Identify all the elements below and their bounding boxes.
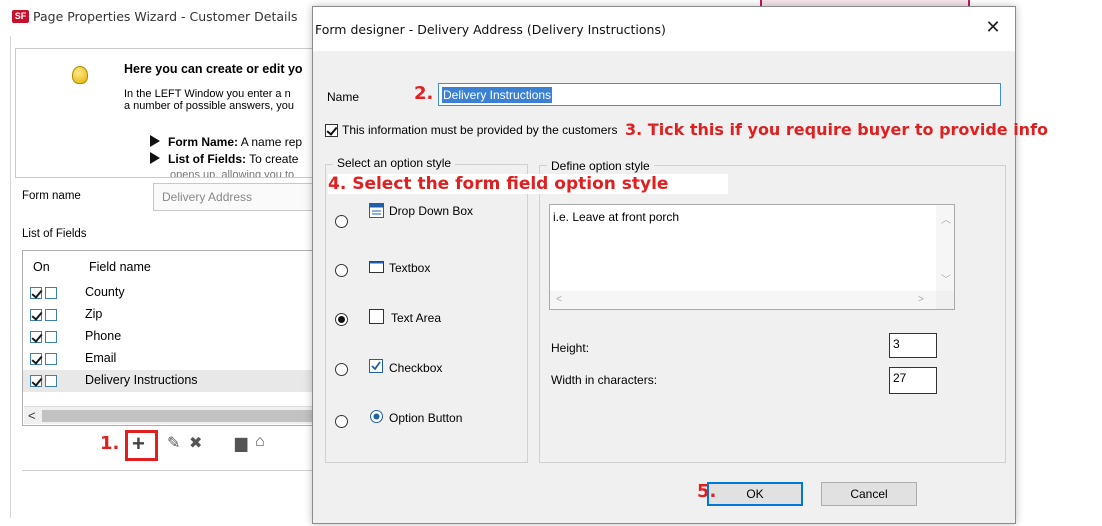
required-label[interactable]: This information must be provided by the…	[342, 123, 617, 137]
option-label[interactable]: Textbox	[389, 261, 430, 275]
height-input[interactable]: 3	[889, 333, 937, 358]
scroll-up-icon[interactable]: ︿	[941, 211, 951, 226]
horizontal-scrollbar[interactable]: <	[24, 406, 320, 424]
column-header-field-name[interactable]: Field name	[89, 260, 151, 274]
column-header-on[interactable]: On	[33, 260, 50, 274]
option-label[interactable]: Text Area	[391, 311, 441, 325]
scroll-right-icon[interactable]: >	[918, 294, 924, 305]
annotation-step-2: 2.	[414, 83, 434, 104]
field-name: Phone	[85, 329, 122, 343]
cancel-button[interactable]: Cancel	[821, 482, 917, 506]
name-input-value: Delivery Instructions	[442, 87, 553, 103]
field-name: Delivery Instructions	[85, 373, 198, 387]
checkbox-icon	[369, 359, 383, 373]
scroll-left-icon[interactable]: <	[556, 294, 562, 305]
required-checkbox[interactable]	[45, 375, 57, 387]
radio-textbox[interactable]	[335, 264, 348, 277]
on-checkbox[interactable]	[30, 375, 42, 387]
field-name: Zip	[85, 307, 103, 321]
radio-drop-down-box[interactable]	[335, 215, 348, 228]
scroll-corner	[936, 291, 954, 309]
scrollbar-thumb[interactable]	[42, 410, 320, 422]
form-name-label: Form name	[22, 190, 81, 202]
width-input[interactable]: 27	[889, 367, 937, 394]
arrow-right-icon	[150, 152, 160, 164]
bullet-text: A name rep	[238, 135, 303, 149]
field-name: Email	[85, 351, 117, 365]
info-text-line: In the LEFT Window you enter a n	[124, 88, 291, 100]
dialog-title: Form designer - Delivery Address (Delive…	[315, 22, 666, 37]
info-bullet-cut-off: opens up, allowing you to	[170, 169, 295, 177]
form-name-input[interactable]: Delivery Address	[153, 183, 320, 211]
list-item[interactable]: Email	[23, 348, 320, 370]
option-style-group-label: Select an option style	[333, 156, 456, 170]
edit-pencil-icon[interactable]: ✎	[167, 433, 180, 453]
annotation-step-1: 1.	[100, 433, 120, 454]
horizontal-scrollbar[interactable]: < >	[550, 291, 936, 309]
name-input[interactable]: Delivery Instructions	[438, 83, 1001, 106]
field-toolbar: + ✎ ✖ ▆ ⌂	[125, 430, 320, 461]
list-item-selected[interactable]: Delivery Instructions	[23, 370, 320, 392]
required-checkbox[interactable]	[45, 309, 57, 321]
dropdown-icon	[369, 203, 384, 218]
info-text-line: a number of possible answers, you	[124, 100, 294, 112]
on-checkbox[interactable]	[30, 287, 42, 299]
list-item[interactable]: Phone	[23, 326, 320, 348]
arrow-right-icon	[150, 135, 160, 147]
ok-button[interactable]: OK	[707, 482, 803, 506]
required-checkbox[interactable]	[45, 287, 57, 299]
list-header: On Field name	[23, 257, 320, 277]
name-label: Name	[327, 90, 360, 104]
bullet-heading: List of Fields:	[168, 152, 246, 166]
add-field-button[interactable]: +	[132, 431, 145, 457]
bullet-text: To create	[246, 152, 299, 166]
width-label: Width in characters:	[551, 373, 658, 387]
option-label[interactable]: Drop Down Box	[389, 204, 473, 218]
info-bullet-list-of-fields: List of Fields: To create	[150, 152, 298, 166]
textarea-icon	[369, 309, 384, 324]
option-label[interactable]: Checkbox	[389, 361, 442, 375]
divider	[22, 470, 320, 471]
scroll-down-icon[interactable]: ﹀	[941, 271, 951, 286]
default-text-value: i.e. Leave at front porch	[553, 210, 680, 224]
on-checkbox[interactable]	[30, 331, 42, 343]
lightbulb-icon	[72, 66, 88, 84]
camera-icon[interactable]: ▆	[235, 433, 247, 453]
scroll-left-icon[interactable]: <	[28, 408, 36, 423]
on-checkbox[interactable]	[30, 353, 42, 365]
radio-option-button[interactable]	[335, 415, 348, 428]
on-checkbox[interactable]	[30, 309, 42, 321]
annotation-step-4: 4. Select the form field option style	[328, 174, 729, 194]
define-option-style-label: Define option style	[547, 159, 654, 173]
list-item[interactable]: County	[23, 282, 320, 304]
info-title: Here you can create or edit yo	[124, 62, 303, 76]
height-label: Height:	[551, 341, 590, 355]
list-item[interactable]: Zip	[23, 304, 320, 326]
textbox-icon	[369, 261, 384, 273]
required-checkbox[interactable]	[45, 331, 57, 343]
close-icon[interactable]: ✕	[981, 16, 1005, 40]
vertical-scrollbar[interactable]: ︿ ﹀	[936, 205, 954, 291]
preview-icon[interactable]: ⌂	[255, 433, 265, 451]
default-text-area[interactable]: i.e. Leave at front porch ︿ ﹀ < >	[549, 204, 955, 310]
wizard-window: SF Page Properties Wizard - Customer Det…	[0, 0, 320, 526]
field-list[interactable]: On Field name County Zip Phone Email Del…	[22, 250, 320, 426]
annotation-step-3: 3. Tick this if you require buyer to pro…	[625, 120, 1049, 139]
required-checkbox[interactable]	[45, 353, 57, 365]
required-checkbox[interactable]	[325, 124, 338, 137]
sf-logo-icon: SF	[12, 10, 29, 23]
radio-icon	[370, 410, 383, 423]
radio-checkbox[interactable]	[335, 363, 348, 376]
field-name: County	[85, 285, 125, 299]
info-bullet-form-name: Form Name: A name rep	[150, 135, 302, 149]
bullet-heading: Form Name:	[168, 135, 239, 149]
annotation-step-5: 5.	[697, 481, 717, 502]
radio-text-area[interactable]	[335, 313, 348, 326]
wizard-title: Page Properties Wizard - Customer Detail…	[33, 9, 298, 24]
delete-icon[interactable]: ✖	[189, 433, 202, 453]
option-label[interactable]: Option Button	[389, 411, 462, 425]
list-of-fields-label: List of Fields	[22, 228, 87, 240]
